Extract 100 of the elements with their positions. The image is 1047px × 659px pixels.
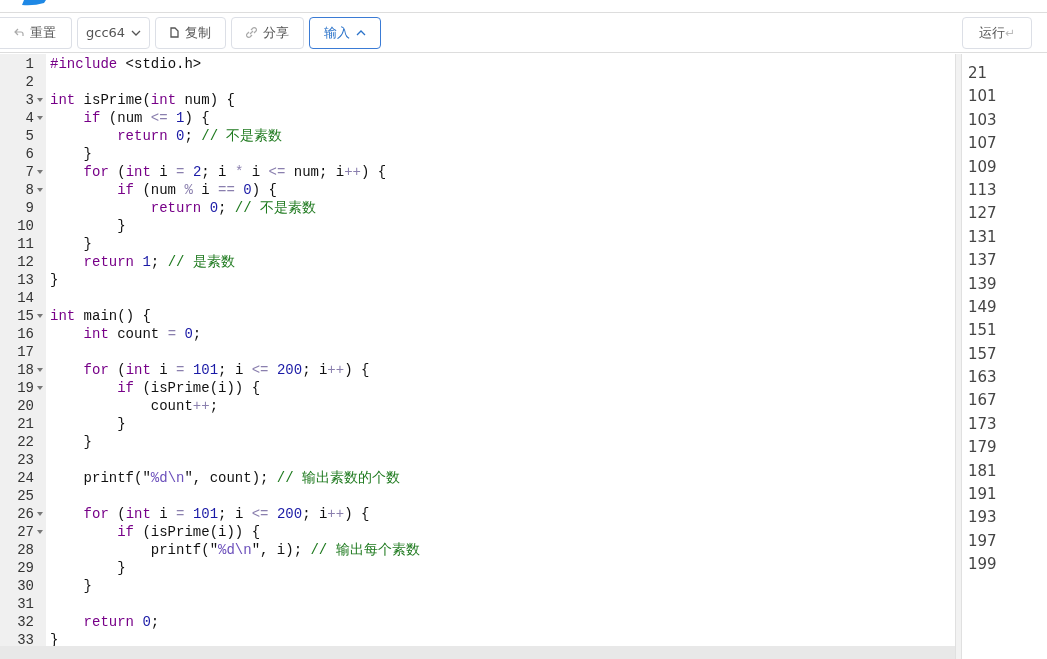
line-number: 4 (24, 109, 34, 127)
code-line: printf("%d\n", i); // 输出每个素数 (149, 541, 420, 559)
line-number: 2 (24, 73, 34, 91)
code-line: printf("%d\n", count); // 输出素数的个数 (82, 469, 401, 487)
fold-arrow-icon[interactable] (37, 98, 43, 102)
line-number: 32 (16, 613, 34, 631)
line-number: 8 (24, 181, 34, 199)
line-number: 13 (16, 271, 34, 289)
line-number: 9 (24, 199, 34, 217)
chevron-up-icon (356, 29, 367, 36)
code-line: for (int i = 101; i <= 200; i++) { (82, 505, 370, 523)
code-line: for (int i = 2; i * i <= num; i++) { (82, 163, 387, 181)
code-line: if (isPrime(i)) { (116, 379, 261, 397)
code-line: } (82, 145, 92, 163)
share-button[interactable]: 分享 (231, 16, 305, 49)
undo-icon (14, 28, 24, 37)
code-line: return 0; // 不是素数 (116, 127, 283, 145)
output-line: 157 (968, 343, 997, 365)
code-line: int isPrime(int num) { (49, 91, 235, 109)
line-number: 33 (16, 631, 34, 649)
output-line: 127 (968, 203, 997, 225)
code-line: int count = 0; (82, 325, 202, 343)
copy-button[interactable]: 复制 (155, 16, 227, 49)
code-line: if (num % i == 0) { (116, 181, 277, 199)
output-line: 107 (968, 133, 997, 155)
line-number: 11 (16, 235, 34, 253)
output-line: 101 (968, 86, 997, 108)
line-number: 29 (16, 559, 34, 577)
output-line: 197 (968, 530, 997, 552)
fold-arrow-icon[interactable] (37, 188, 43, 192)
line-number: 3 (24, 91, 34, 109)
code-line: } (82, 577, 92, 595)
line-number: 22 (16, 433, 34, 451)
run-button[interactable]: 运行↵ (962, 16, 1032, 49)
line-number: 15 (16, 307, 34, 325)
output-line: 193 (968, 507, 997, 529)
line-number: 24 (16, 469, 34, 487)
code-line: count++; (149, 397, 219, 415)
output-line: 163 (968, 367, 997, 389)
link-icon (246, 27, 258, 38)
fold-arrow-icon[interactable] (37, 512, 43, 516)
fold-arrow-icon[interactable] (37, 386, 43, 390)
code-line: } (116, 217, 126, 235)
line-number: 1 (24, 55, 34, 73)
line-number: 20 (16, 397, 34, 415)
code-line: } (82, 433, 92, 451)
output-line: 131 (968, 226, 997, 248)
output-line: 109 (968, 156, 997, 178)
line-number: 17 (16, 343, 34, 361)
line-number: 28 (16, 541, 34, 559)
line-number: 19 (16, 379, 34, 397)
compiler-select[interactable]: gcc64 (77, 16, 151, 49)
code-line: } (116, 559, 126, 577)
line-number: 23 (16, 451, 34, 469)
line-number: 7 (24, 163, 34, 181)
document-icon (170, 27, 180, 38)
line-number: 18 (16, 361, 34, 379)
code-line: } (49, 271, 59, 289)
logo-icon (22, 0, 46, 6)
line-number: 31 (16, 595, 34, 613)
output-line: 103 (968, 109, 997, 131)
output-line: 173 (968, 413, 997, 435)
line-number: 26 (16, 505, 34, 523)
output-line: 21 (968, 63, 988, 84)
line-number: 30 (16, 577, 34, 595)
code-line: } (116, 415, 126, 433)
fold-arrow-icon[interactable] (37, 368, 43, 372)
splitter-handle[interactable] (955, 54, 962, 659)
code-line: } (82, 235, 92, 253)
output-line: 139 (968, 273, 997, 295)
output-line: 179 (968, 437, 997, 459)
line-number: 5 (24, 127, 34, 145)
output-line: 151 (968, 320, 997, 342)
code-line: return 0; // 不是素数 (149, 199, 317, 217)
reset-button[interactable]: 重置 (0, 16, 72, 49)
output-line: 199 (968, 554, 997, 576)
fold-arrow-icon[interactable] (37, 116, 43, 120)
line-number: 14 (16, 289, 34, 307)
code-line: return 1; // 是素数 (82, 253, 235, 271)
chevron-down-icon (131, 29, 142, 36)
code-line: #include <stdio.h> (49, 55, 202, 73)
fold-arrow-icon[interactable] (37, 530, 43, 534)
line-number: 27 (16, 523, 34, 541)
input-button[interactable]: 输入 (309, 16, 382, 49)
output-line: 191 (968, 484, 997, 506)
code-line: for (int i = 101; i <= 200; i++) { (82, 361, 370, 379)
output-line: 181 (968, 460, 997, 482)
fold-arrow-icon[interactable] (37, 314, 43, 318)
line-number: 16 (16, 325, 34, 343)
output-line: 149 (968, 296, 997, 318)
fold-arrow-icon[interactable] (37, 170, 43, 174)
output-line: 167 (968, 390, 997, 412)
line-number: 25 (16, 487, 34, 505)
output-line: 137 (968, 250, 997, 272)
code-line: if (num <= 1) { (82, 109, 210, 127)
output-line: 113 (968, 179, 997, 201)
line-number: 21 (16, 415, 34, 433)
line-number: 12 (16, 253, 34, 271)
code-line: int main() { (49, 307, 151, 325)
line-number: 10 (16, 217, 34, 235)
